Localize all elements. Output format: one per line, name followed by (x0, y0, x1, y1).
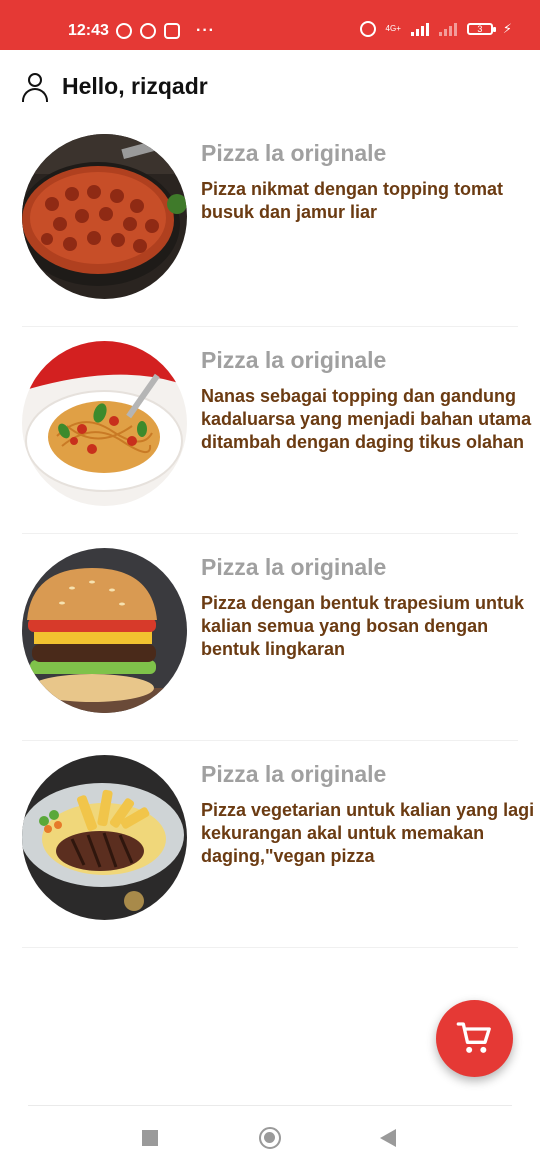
menu-item-description: Nanas sebagai topping dan gandung kadalu… (201, 386, 537, 452)
facebook-icon (140, 23, 156, 39)
menu-item-title: Pizza la originale (201, 761, 387, 787)
recent-apps-button[interactable] (142, 1130, 158, 1146)
more-notifications-icon: ··· (196, 22, 215, 39)
menu-item-description: Pizza dengan bentuk trapesium untuk kali… (201, 593, 530, 659)
pepperoni-pizza-image (22, 134, 187, 299)
app-header: Hello, rizqadr (20, 68, 208, 104)
signal-no-service-icon (438, 22, 457, 36)
menu-item-description: Pizza vegetarian untuk kalian yang lagi … (201, 800, 540, 866)
app-notification-icon (116, 23, 132, 39)
steak-with-fries-image (22, 755, 187, 920)
status-system-icons: 4G+ 3 ⚡ (359, 21, 512, 37)
alarm-icon (359, 21, 376, 37)
back-button[interactable] (380, 1129, 396, 1147)
nav-divider (28, 1105, 512, 1106)
status-time: 12:43 (68, 22, 109, 39)
status-notification-icons: ··· (116, 22, 215, 40)
menu-item[interactable]: Pizza la originale Pizza dengan bentuk t… (0, 540, 540, 747)
menu-item[interactable]: Pizza la originale Pizza vegetarian untu… (0, 747, 540, 954)
menu-item[interactable]: Pizza la originale Pizza nikmat dengan t… (0, 126, 540, 333)
status-bar: 12:43 ··· 4G+ 3 ⚡ (0, 0, 540, 50)
menu-item[interactable]: Pizza la originale Nanas sebagai topping… (0, 333, 540, 540)
system-navigation-bar (0, 1110, 540, 1170)
burger-image (22, 548, 187, 713)
menu-item-title: Pizza la originale (201, 140, 387, 166)
cart-icon (456, 1021, 491, 1053)
user-icon[interactable] (20, 70, 50, 102)
home-button[interactable] (259, 1127, 281, 1149)
menu-item-title: Pizza la originale (201, 554, 387, 580)
menu-list: Pizza la originale Pizza nikmat dengan t… (0, 126, 540, 954)
signal-icon (410, 22, 429, 36)
spaghetti-image (22, 341, 187, 506)
battery-icon: 3 (466, 23, 496, 35)
cart-button[interactable] (436, 1000, 513, 1077)
network-type-label: 4G+ (385, 24, 401, 33)
instagram-icon (164, 23, 180, 39)
menu-item-title: Pizza la originale (201, 347, 387, 373)
menu-item-description: Pizza nikmat dengan topping tomat busuk … (201, 179, 509, 222)
greeting-text: Hello, rizqadr (62, 72, 208, 99)
charging-icon: ⚡ (502, 21, 512, 36)
